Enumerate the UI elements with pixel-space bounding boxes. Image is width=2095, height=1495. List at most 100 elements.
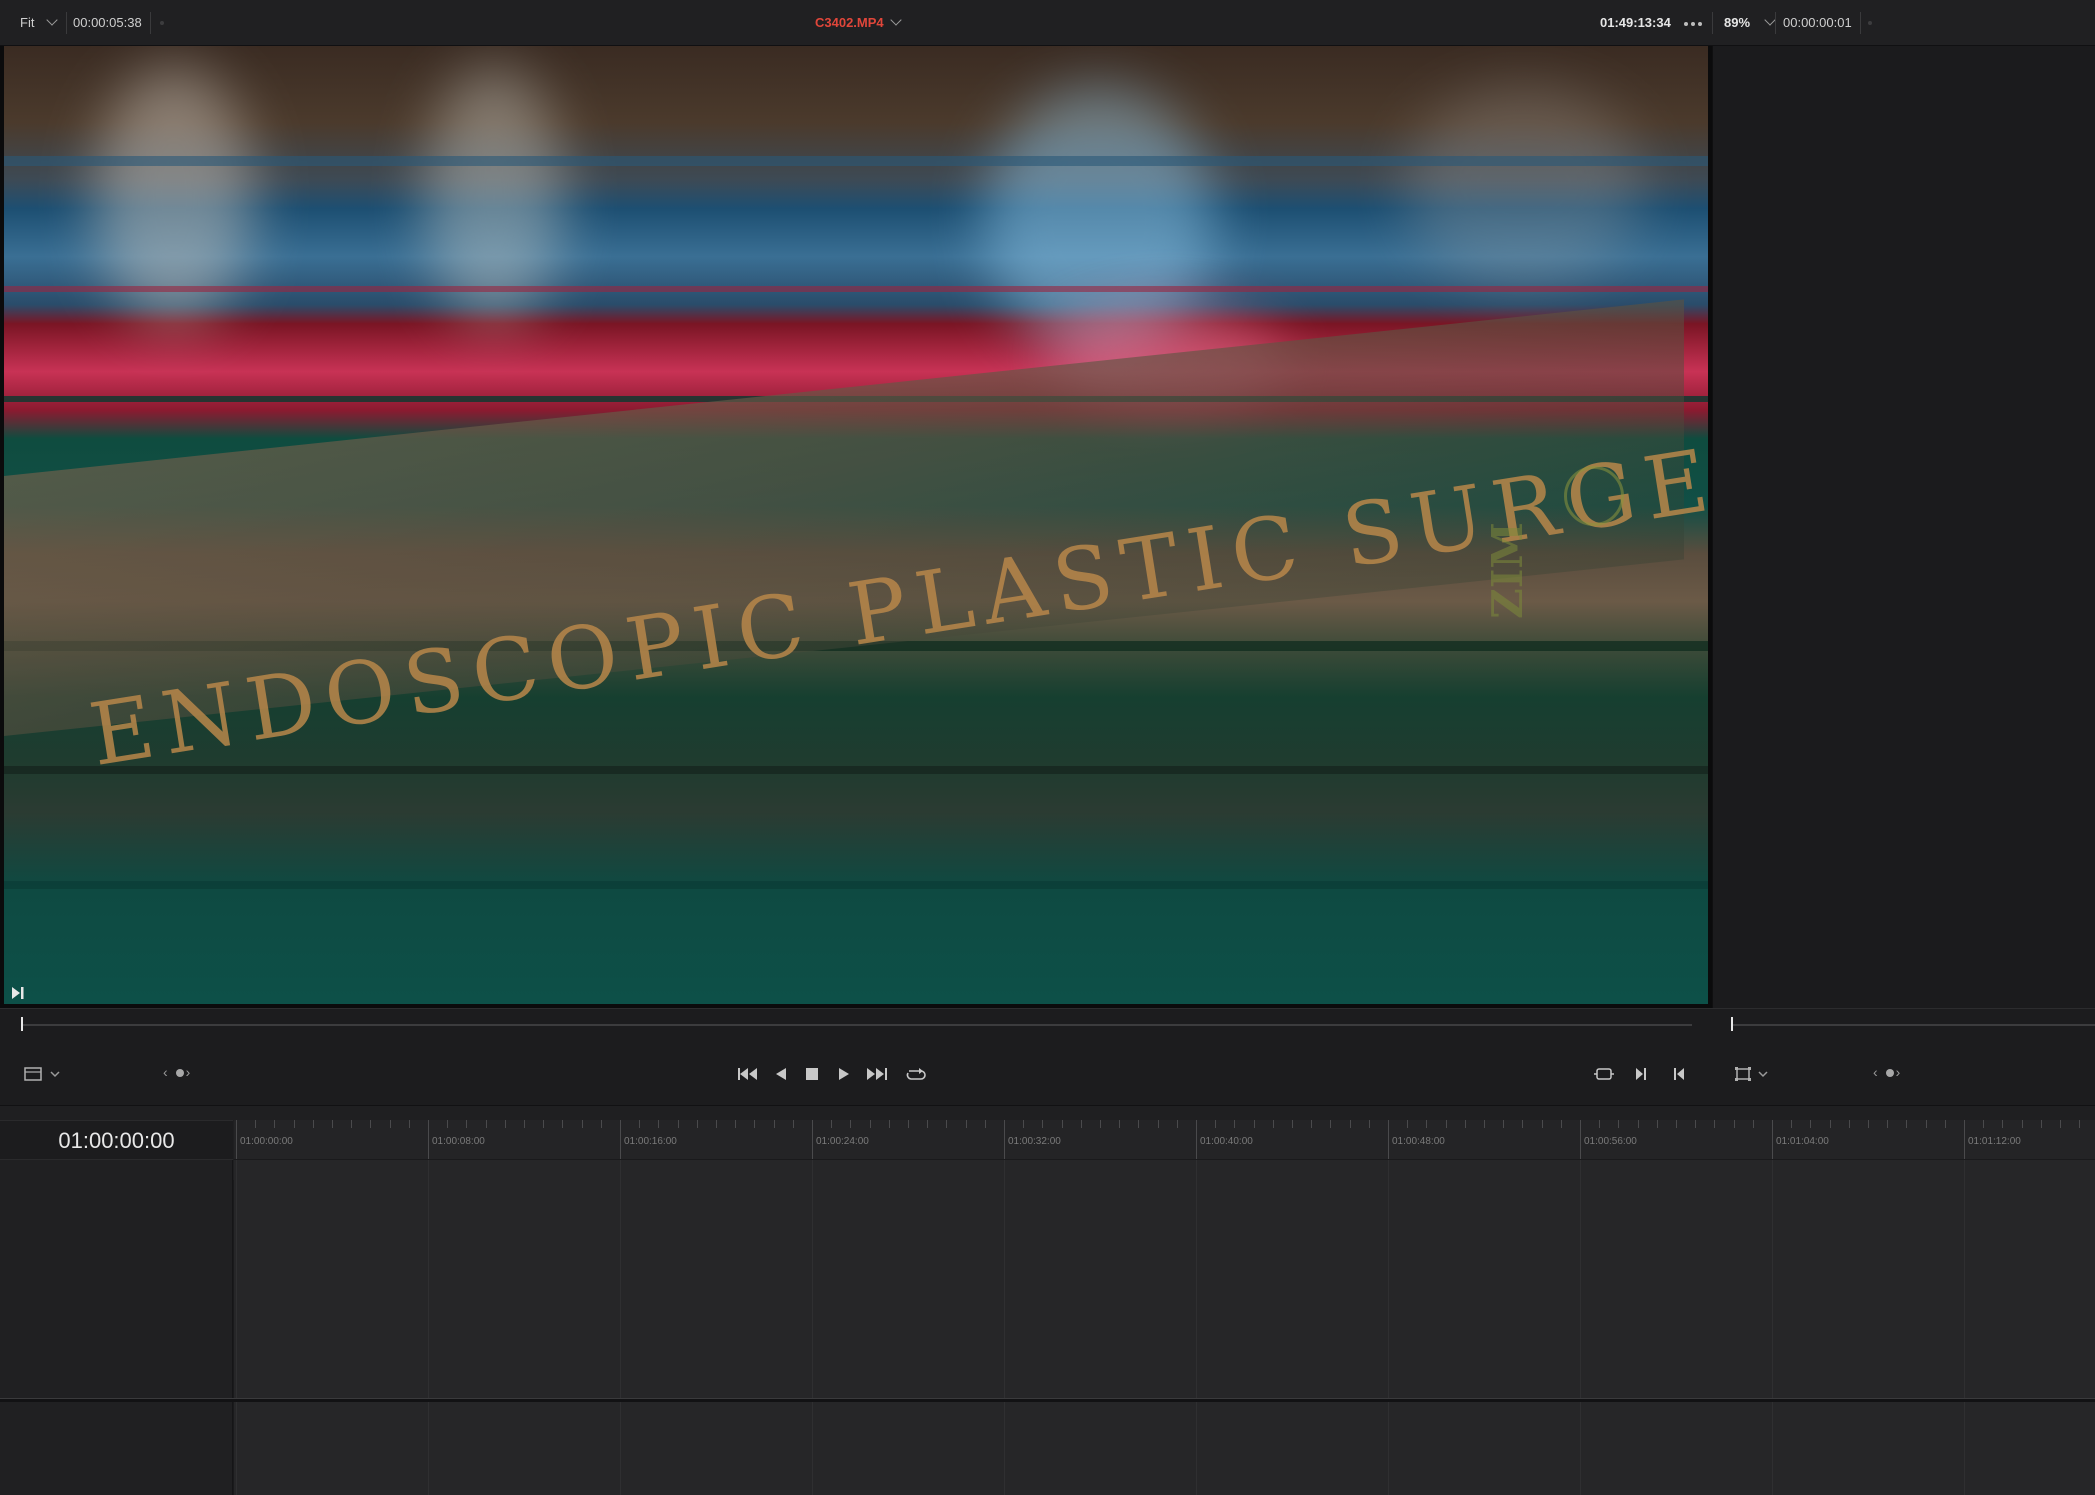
ruler-minor-tick (1215, 1120, 1217, 1128)
mark-out-icon (1636, 1068, 1646, 1080)
mark-in-icon (1674, 1068, 1684, 1080)
zoom-percent-dropdown[interactable]: 89% (1724, 0, 1776, 46)
ruler-minor-tick (1138, 1120, 1140, 1128)
mark-out-button[interactable] (1634, 1060, 1648, 1088)
ruler-label: 01:00:24:00 (816, 1136, 869, 1147)
ruler-minor-tick (1752, 1120, 1754, 1128)
clip-name-dropdown[interactable]: C3402.MP4 (815, 0, 902, 46)
source-playhead[interactable] (21, 1017, 23, 1031)
ruler-minor-tick (1829, 1120, 1831, 1128)
play-reverse-button[interactable] (774, 1060, 788, 1088)
timeline-ruler[interactable]: 01:00:00:00 01:00:08:00 01:00:16:00 01:00:2… (234, 1120, 2095, 1160)
track-grid-line (812, 1160, 813, 1398)
ruler-minor-tick (1925, 1120, 1927, 1128)
source-timecode[interactable]: 00:00:05:38 (73, 0, 142, 46)
ruler-minor-tick (658, 1120, 660, 1128)
viewer-pager[interactable]: ‹ › (163, 1064, 196, 1080)
ruler-minor-tick (2079, 1120, 2081, 1128)
ruler-minor-tick (1311, 1120, 1313, 1128)
ruler-minor-tick (1023, 1120, 1025, 1128)
ruler-minor-tick (754, 1120, 756, 1128)
video-viewer[interactable]: ENDOSCOPIC PLASTIC SURGERY ZIM (0, 46, 1712, 1008)
timeline-timecode[interactable]: 01:00:00:00 (0, 1120, 233, 1160)
ruler-minor-tick (370, 1120, 372, 1128)
play-button[interactable] (837, 1060, 851, 1088)
ruler-label: 01:00:56:00 (1584, 1136, 1637, 1147)
track-grid-line (1196, 1402, 1197, 1495)
view-mode-button[interactable] (24, 1060, 64, 1088)
ruler-minor-tick (447, 1120, 449, 1128)
ruler-minor-tick (1637, 1120, 1639, 1128)
scrubber-bar[interactable] (0, 1008, 2095, 1042)
record-timecode[interactable]: 00:00:00:01 (1783, 0, 1852, 46)
audio-track-header[interactable] (0, 1402, 233, 1495)
viewer-header: Fit 00:00:05:38 C3402.MP4 01:49:13:34 89… (0, 0, 2095, 46)
ruler-minor-tick (927, 1120, 929, 1128)
handle-icon (1868, 21, 1872, 25)
ruler-minor-tick (1349, 1120, 1351, 1128)
audio-track-area[interactable] (234, 1402, 2095, 1495)
more-options-icon[interactable] (1682, 0, 1703, 46)
ruler-minor-tick (389, 1120, 391, 1128)
zoom-mode-dropdown[interactable]: Fit (20, 0, 59, 46)
video-frame: ENDOSCOPIC PLASTIC SURGERY ZIM (4, 46, 1708, 1004)
ruler-minor-tick (639, 1120, 641, 1128)
glitch-band (4, 881, 1708, 889)
spine-logo-mark (1564, 466, 1624, 526)
ruler-minor-tick (312, 1120, 314, 1128)
clip-name: C3402.MP4 (815, 15, 884, 30)
ruler-minor-tick (946, 1120, 948, 1128)
ruler-minor-tick (1503, 1120, 1505, 1128)
ruler-minor-tick (1733, 1120, 1735, 1128)
ruler-minor-tick (1676, 1120, 1677, 1128)
record-viewer-pager[interactable]: ‹ › (1873, 1064, 1906, 1080)
transform-button[interactable] (1734, 1060, 1774, 1088)
ruler-major-tick (812, 1120, 813, 1159)
ruler-major-tick (1964, 1120, 1965, 1159)
loop-button[interactable] (905, 1060, 927, 1088)
ruler-minor-tick (1042, 1120, 1044, 1128)
ruler-minor-tick (735, 1120, 737, 1128)
ruler-minor-tick (1426, 1120, 1428, 1128)
video-track-header[interactable] (0, 1160, 233, 1398)
ruler-label: 01:00:16:00 (624, 1136, 677, 1147)
play-reverse-icon (776, 1068, 786, 1080)
track-grid-line (1772, 1160, 1773, 1398)
ruler-minor-tick (965, 1120, 967, 1128)
track-grid-line (428, 1160, 429, 1398)
ruler-minor-tick (1119, 1120, 1121, 1128)
track-grid-line (620, 1402, 621, 1495)
jump-to-last-frame-button[interactable] (866, 1060, 888, 1088)
ruler-minor-tick (1407, 1120, 1409, 1128)
track-grid-line (1388, 1160, 1389, 1398)
spine-lettering-mark: ZIM (1482, 522, 1532, 619)
ruler-minor-tick (255, 1120, 257, 1128)
play-to-end-icon[interactable] (11, 986, 25, 1000)
ruler-minor-tick (908, 1120, 909, 1128)
record-playhead[interactable] (1731, 1017, 1733, 1031)
match-frame-icon (1594, 1068, 1614, 1080)
stop-button[interactable] (805, 1060, 819, 1088)
record-scrub-track[interactable] (1732, 1024, 2095, 1026)
ruler-minor-tick (1599, 1120, 1601, 1128)
ruler-minor-tick (1100, 1120, 1101, 1128)
ruler-major-tick (428, 1120, 429, 1159)
ruler-minor-tick (2060, 1120, 2061, 1128)
ruler-minor-tick (1464, 1120, 1466, 1128)
jump-to-first-frame-button[interactable] (737, 1060, 759, 1088)
ruler-minor-tick (792, 1120, 794, 1128)
track-grid-line (236, 1402, 237, 1495)
source-scrub-track[interactable] (22, 1024, 1692, 1026)
ruler-minor-tick (773, 1120, 775, 1128)
ruler-major-tick (236, 1120, 237, 1159)
ruler-minor-tick (1714, 1120, 1716, 1128)
ruler-minor-tick (1887, 1120, 1889, 1128)
mark-in-button[interactable] (1672, 1060, 1686, 1088)
video-track-area[interactable] (234, 1160, 2095, 1398)
ruler-minor-tick (677, 1120, 679, 1128)
ruler-minor-tick (524, 1120, 525, 1128)
ruler-minor-tick (2040, 1120, 2042, 1128)
match-frame-button[interactable] (1594, 1060, 1614, 1088)
ruler-minor-tick (408, 1120, 410, 1128)
ruler-minor-tick (831, 1120, 833, 1128)
